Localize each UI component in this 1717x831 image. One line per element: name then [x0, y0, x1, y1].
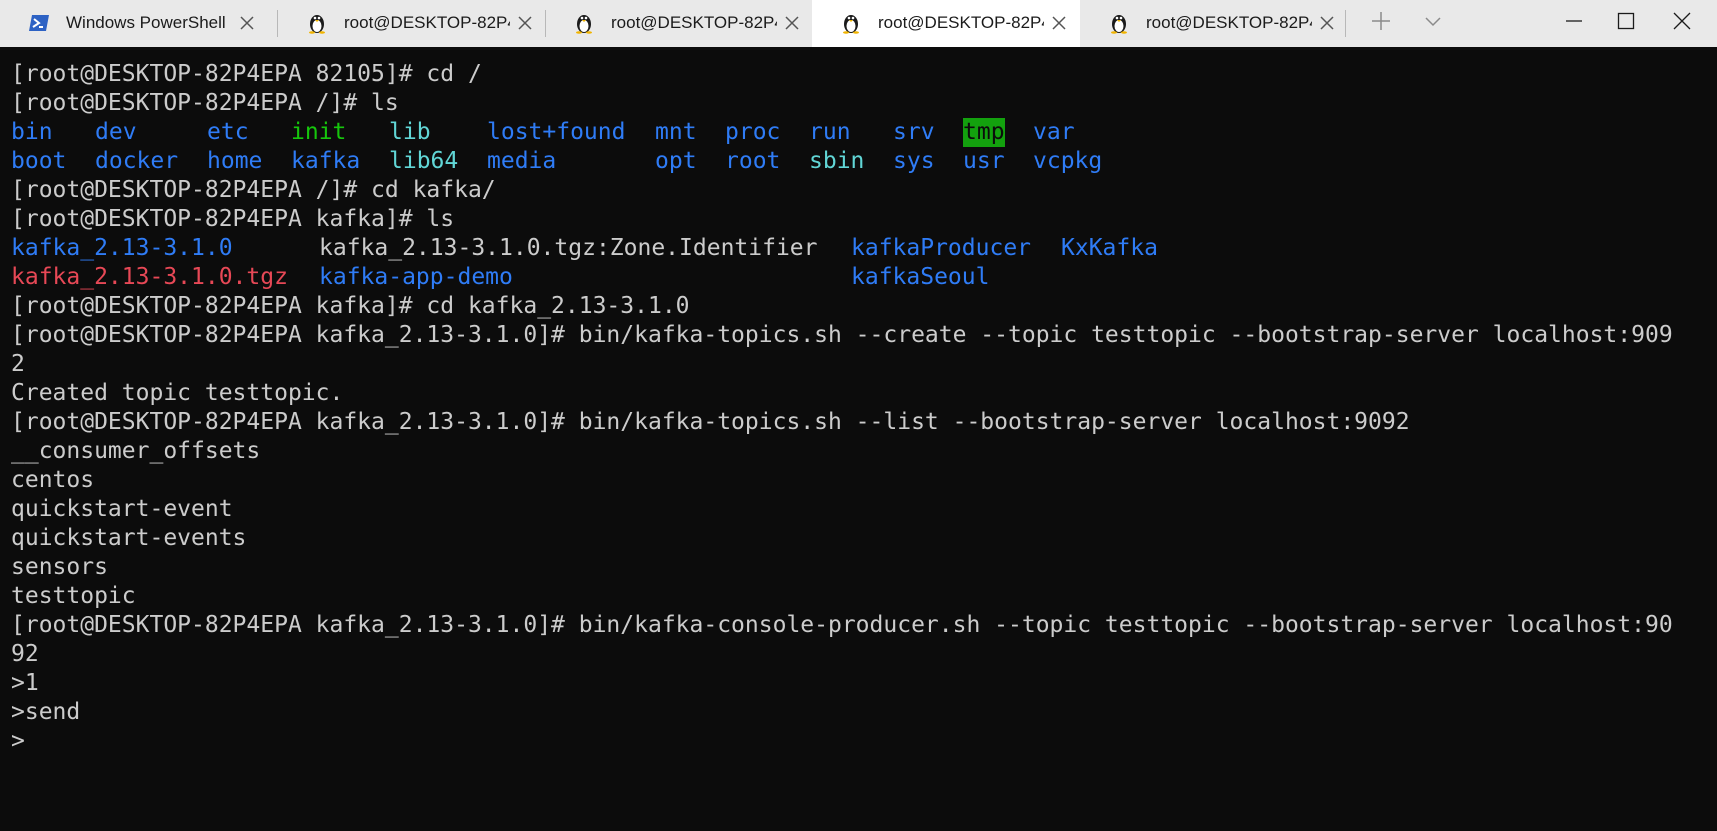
- tab-title: root@DESKTOP-82P4EPA: [611, 13, 777, 32]
- linux-tux-icon: [1108, 12, 1130, 34]
- archive-entry: kafka_2.13-3.1.0.tgz: [11, 264, 288, 290]
- minimize-button[interactable]: [1548, 0, 1600, 47]
- terminal-line: [root@DESKTOP-82P4EPA kafka_2.13-3.1.0]#…: [11, 322, 1673, 348]
- file-entry: init: [291, 119, 347, 145]
- tab-root-desktop-4[interactable]: root@DESKTOP-82P4EPA: [1080, 0, 1342, 47]
- producer-input-line: >1: [11, 670, 39, 696]
- producer-input-line: >send: [11, 699, 81, 725]
- plus-icon: [1371, 11, 1391, 36]
- dir-entry: kafka_2.13-3.1.0: [11, 235, 233, 261]
- tab-divider: [1345, 10, 1346, 37]
- file-entry: kafka_2.13-3.1.0.tgz:Zone.Identifier: [319, 235, 818, 261]
- terminal-line: 92: [11, 641, 39, 667]
- terminal-line: [root@DESKTOP-82P4EPA kafka_2.13-3.1.0]#…: [11, 612, 1673, 638]
- close-icon[interactable]: [1050, 14, 1068, 32]
- maximize-icon: [1617, 12, 1635, 35]
- tab-title: root@DESKTOP-82P4EPA: [344, 13, 510, 32]
- topic-list-item: centos: [11, 467, 95, 493]
- tab-dropdown-button[interactable]: [1412, 0, 1454, 47]
- dir-entry: root: [725, 148, 781, 174]
- linux-tux-icon: [306, 12, 328, 34]
- dir-entry: boot: [11, 148, 67, 174]
- dir-entry: proc: [725, 119, 781, 145]
- maximize-button[interactable]: [1600, 0, 1652, 47]
- tab-root-desktop-1[interactable]: root@DESKTOP-82P4EPA: [278, 0, 540, 47]
- dir-entry: srv: [893, 119, 935, 145]
- terminal-line: [root@DESKTOP-82P4EPA kafka]# ls: [11, 206, 455, 232]
- dir-entry: sys: [893, 148, 935, 174]
- terminal-line: Created topic testtopic.: [11, 380, 344, 406]
- tab-title: root@DESKTOP-82P4EPA: [878, 13, 1044, 32]
- dir-entry: etc: [207, 119, 249, 145]
- new-tab-button[interactable]: [1360, 0, 1402, 47]
- dir-entry: mnt: [655, 119, 697, 145]
- close-window-button[interactable]: [1652, 0, 1712, 47]
- tab-title: Windows PowerShell: [66, 13, 226, 32]
- dir-entry: dev: [95, 119, 137, 145]
- topic-list-item: __consumer_offsets: [11, 438, 261, 464]
- tab-title: root@DESKTOP-82P4EPA: [1146, 13, 1312, 32]
- ls-output-row: bin dev etc init lib lost+found mnt proc…: [11, 118, 1111, 147]
- dir-entry: kafka: [291, 148, 361, 174]
- topic-list-item: testtopic: [11, 583, 136, 609]
- dir-entry: bin: [11, 119, 53, 145]
- close-icon[interactable]: [783, 14, 801, 32]
- terminal-line: [root@DESKTOP-82P4EPA kafka_2.13-3.1.0]#…: [11, 409, 1410, 435]
- ls-output-row: kafka_2.13-3.1.0 kafka_2.13-3.1.0.tgz:Zo…: [11, 234, 1211, 263]
- powershell-icon: [28, 12, 50, 34]
- terminal-line: [root@DESKTOP-82P4EPA 82105]# cd /: [11, 61, 482, 87]
- minimize-icon: [1565, 12, 1583, 35]
- tab-bar: Windows PowerShell root@DESKTOP-82P4EPA: [0, 0, 1717, 47]
- dir-entry: media: [487, 148, 557, 174]
- dir-entry: kafkaSeoul: [851, 264, 990, 290]
- terminal-line: [root@DESKTOP-82P4EPA /]# ls: [11, 90, 399, 116]
- terminal-output[interactable]: [root@DESKTOP-82P4EPA 82105]# cd / [root…: [0, 47, 1717, 831]
- close-icon[interactable]: [1318, 14, 1336, 32]
- dir-entry: opt: [655, 148, 697, 174]
- link-entry: sbin: [809, 148, 865, 174]
- linux-tux-icon: [573, 12, 595, 34]
- dir-entry: kafka-app-demo: [319, 264, 513, 290]
- ls-output-row: kafka_2.13-3.1.0.tgz kafka-app-demo kafk…: [11, 263, 1211, 292]
- dir-entry: KxKafka: [1061, 235, 1158, 261]
- tab-root-desktop-3-active[interactable]: root@DESKTOP-82P4EPA: [812, 0, 1080, 47]
- dir-entry: run: [809, 119, 851, 145]
- dir-entry: home: [207, 148, 263, 174]
- link-entry: lib: [389, 119, 431, 145]
- terminal-line: 2: [11, 351, 25, 377]
- topic-list-item: quickstart-events: [11, 525, 247, 551]
- link-entry: lib64: [389, 148, 459, 174]
- dir-entry-tmp: tmp: [963, 118, 1005, 147]
- dir-entry: docker: [95, 148, 179, 174]
- close-icon: [1673, 12, 1691, 35]
- topic-list-item: sensors: [11, 554, 108, 580]
- linux-tux-icon: [840, 12, 862, 34]
- dir-entry: kafkaProducer: [851, 235, 1032, 261]
- tab-windows-powershell[interactable]: Windows PowerShell: [0, 0, 262, 47]
- terminal-line: [root@DESKTOP-82P4EPA kafka]# cd kafka_2…: [11, 293, 690, 319]
- tab-root-desktop-2[interactable]: root@DESKTOP-82P4EPA: [545, 0, 807, 47]
- chevron-down-icon: [1423, 11, 1443, 36]
- ls-output-row: boot docker home kafka lib64 media opt r…: [11, 147, 1111, 176]
- dir-entry: vcpkg: [1033, 148, 1103, 174]
- close-icon[interactable]: [238, 14, 256, 32]
- producer-prompt[interactable]: >: [11, 727, 25, 756]
- terminal-line: [root@DESKTOP-82P4EPA /]# cd kafka/: [11, 177, 496, 203]
- topic-list-item: quickstart-event: [11, 496, 233, 522]
- close-icon[interactable]: [516, 14, 534, 32]
- dir-entry: var: [1033, 119, 1075, 145]
- dir-entry: lost+found: [487, 119, 626, 145]
- dir-entry: usr: [963, 148, 1005, 174]
